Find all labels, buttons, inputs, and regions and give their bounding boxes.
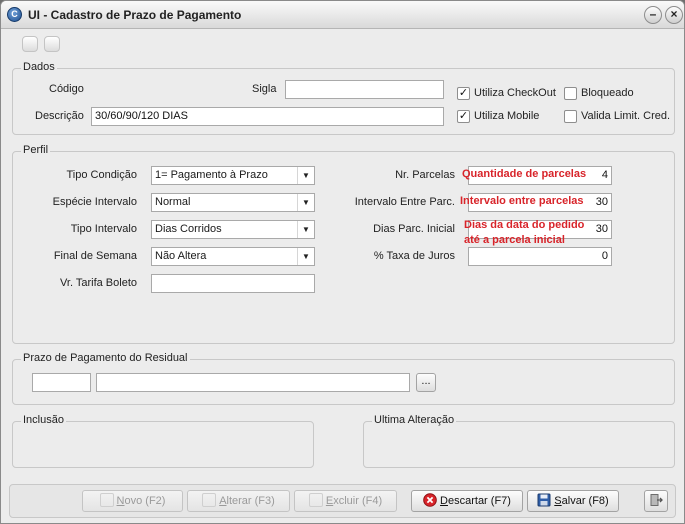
tipo-intervalo-label: Tipo Intervalo — [70, 223, 137, 235]
residual-code-input[interactable] — [32, 373, 91, 392]
intervalo-hint: Intervalo entre parcelas — [460, 195, 584, 207]
chevron-down-icon: ▼ — [297, 167, 314, 184]
nr-parcelas-hint: Quantidade de parcelas — [462, 168, 587, 180]
final-semana-label: Final de Semana — [53, 250, 137, 262]
residual-lookup-button[interactable]: ... — [416, 373, 436, 392]
tipo-intervalo-select[interactable]: Dias Corridos ▼ — [151, 220, 315, 239]
chevron-down-icon: ▼ — [297, 221, 314, 238]
tipo-condicao-value: 1= Pagamento à Prazo — [155, 169, 268, 181]
final-semana-value: Não Altera — [155, 250, 207, 262]
vr-tarifa-label: Vr. Tarifa Boleto — [59, 277, 137, 289]
utiliza-checkout-label: Utiliza CheckOut — [474, 87, 556, 99]
main-window: C UI - Cadastro de Prazo de Pagamento – … — [0, 0, 685, 524]
alterar-mnemonic: A — [219, 495, 227, 507]
chevron-down-icon: ▼ — [297, 194, 314, 211]
toolbar-button-2[interactable] — [44, 36, 60, 52]
alterar-button[interactable]: Alterar (F3) — [187, 490, 290, 512]
minimize-button[interactable]: – — [644, 6, 662, 24]
descartar-button[interactable]: Descartar (F7) — [411, 490, 523, 512]
new-icon — [99, 493, 114, 507]
delete-icon — [308, 493, 323, 507]
inclusao-group-title: Inclusão — [21, 414, 66, 426]
novo-label: ovo (F2) — [124, 495, 166, 507]
bloqueado-checkbox[interactable] — [564, 87, 577, 100]
perfil-group-title: Perfil — [21, 144, 51, 156]
especie-intervalo-label: Espécie Intervalo — [52, 196, 137, 208]
edit-icon — [202, 493, 217, 507]
nr-parcelas-label: Nr. Parcelas — [395, 169, 455, 181]
intervalo-label: Intervalo Entre Parc. — [354, 196, 455, 208]
utiliza-mobile-label: Utiliza Mobile — [474, 110, 540, 122]
tipo-condicao-label: Tipo Condição — [66, 169, 137, 181]
taxa-juros-label: % Taxa de Juros — [373, 250, 455, 262]
descricao-input[interactable]: 30/60/90/120 DIAS — [91, 107, 444, 126]
excluir-label: xcluir (F4) — [333, 495, 383, 507]
close-button[interactable]: × — [665, 6, 683, 24]
descartar-mnemonic: D — [440, 495, 448, 507]
exit-door-icon — [650, 494, 663, 506]
exit-button[interactable] — [644, 490, 668, 512]
dias-parc-hint-line2: até a parcela inicial — [464, 234, 565, 246]
ultima-alteracao-group: Ultima Alteração — [363, 414, 675, 468]
valida-limit-label: Valida Limit. Cred. — [581, 110, 671, 122]
final-semana-select[interactable]: Não Altera ▼ — [151, 247, 315, 266]
toolbar-button-1[interactable] — [22, 36, 38, 52]
chevron-down-icon: ▼ — [297, 248, 314, 265]
residual-description-input[interactable] — [96, 373, 410, 392]
sigla-input[interactable] — [285, 80, 444, 99]
codigo-label: Código — [49, 83, 84, 95]
save-icon — [537, 493, 551, 507]
especie-intervalo-select[interactable]: Normal ▼ — [151, 193, 315, 212]
inclusao-group: Inclusão — [12, 414, 314, 468]
utiliza-checkout-checkbox[interactable]: ✓ — [457, 87, 470, 100]
bloqueado-label: Bloqueado — [581, 87, 634, 99]
ultima-alteracao-group-title: Ultima Alteração — [372, 414, 457, 426]
novo-button[interactable]: Novo (F2) — [82, 490, 183, 512]
tipo-condicao-select[interactable]: 1= Pagamento à Prazo ▼ — [151, 166, 315, 185]
salvar-button[interactable]: Salvar (F8) — [527, 490, 619, 512]
utiliza-mobile-checkbox[interactable]: ✓ — [457, 110, 470, 123]
vr-tarifa-input[interactable] — [151, 274, 315, 293]
dados-group-title: Dados — [21, 61, 57, 73]
taxa-juros-input[interactable]: 0 — [468, 247, 612, 266]
tipo-intervalo-value: Dias Corridos — [155, 223, 222, 235]
cancel-icon — [423, 493, 437, 507]
sigla-label: Sigla — [252, 83, 277, 95]
salvar-label: alvar (F8) — [561, 495, 609, 507]
valida-limit-checkbox[interactable] — [564, 110, 577, 123]
excluir-button[interactable]: Excluir (F4) — [294, 490, 397, 512]
salvar-mnemonic: S — [554, 495, 562, 507]
app-logo-icon: C — [7, 7, 22, 22]
dias-parc-label: Dias Parc. Inicial — [373, 223, 455, 235]
residual-group-title: Prazo de Pagamento do Residual — [21, 352, 190, 364]
especie-intervalo-value: Normal — [155, 196, 191, 208]
alterar-label: lterar (F3) — [226, 495, 275, 507]
title-bar: C UI - Cadastro de Prazo de Pagamento – … — [1, 1, 684, 29]
descartar-label: escartar (F7) — [447, 495, 511, 507]
dias-parc-hint-line1: Dias da data do pedido — [464, 219, 585, 231]
window-title: UI - Cadastro de Prazo de Pagamento — [28, 8, 242, 22]
descricao-label: Descrição — [35, 110, 84, 122]
